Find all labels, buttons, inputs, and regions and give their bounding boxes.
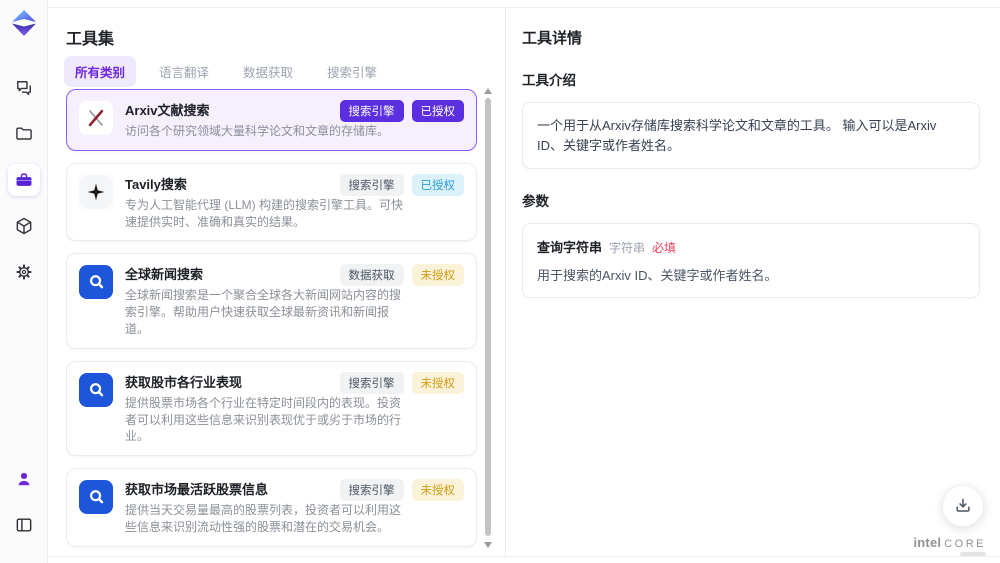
sidebar-item-toolset[interactable]: [7, 164, 40, 196]
app-window: 工具集 所有类别 语言翻译 数据获取 搜索引擎 Arxiv文献搜索 访问各个研究…: [0, 0, 1000, 563]
tool-tags: 搜索引擎 未授权: [339, 479, 464, 502]
tool-card-active-stocks[interactable]: 获取市场最活跃股票信息 提供当天交易量最高的股票列表，投资者可以利用这些信息来识…: [66, 468, 477, 547]
sidebar-item-user[interactable]: [8, 463, 40, 495]
tool-description: 提供当天交易量最高的股票列表，投资者可以利用这些信息来识别流动性强的股票和潜在的…: [125, 503, 402, 534]
auth-status-badge: 未授权: [411, 371, 464, 394]
category-badge: 数据获取: [339, 264, 404, 287]
tool-list: Arxiv文献搜索 访问各个研究领域大量科学论文和文章的存储库。 搜索引擎 已授…: [66, 89, 477, 555]
main-content: 工具集 所有类别 语言翻译 数据获取 搜索引擎 Arxiv文献搜索 访问各个研究…: [48, 7, 1000, 557]
diamond-logo-icon: [11, 10, 36, 36]
parameter-description: 用于搜索的Arxiv ID、关键字或作者姓名。: [537, 268, 778, 283]
intro-text: 一个用于从Arxiv存储库搜索科学论文和文章的工具。 输入可以是Arxiv ID…: [537, 118, 937, 153]
folder-icon: [15, 127, 32, 140]
sidebar-item-settings[interactable]: [8, 256, 40, 288]
tool-icon-box: [79, 101, 113, 135]
category-badge: 搜索引擎: [339, 371, 404, 394]
parameter-required-badge: 必填: [652, 241, 677, 255]
parameter-name: 查询字符串: [537, 240, 603, 255]
tool-detail-panel: 工具详情 工具介绍 一个用于从Arxiv存储库搜索科学论文和文章的工具。 输入可…: [505, 8, 1000, 556]
magnifier-blue-icon: [90, 382, 104, 397]
tool-list-panel: 工具集 所有类别 语言翻译 数据获取 搜索引擎 Arxiv文献搜索 访问各个研究…: [48, 8, 505, 556]
chat-icon: [16, 81, 31, 96]
user-avatar-icon: [18, 472, 29, 486]
intel-sub-mark: [960, 552, 986, 556]
magnifier-blue-icon: [90, 275, 104, 289]
scroll-up-arrow[interactable]: [484, 88, 492, 94]
tool-card-stock-industry[interactable]: 获取股市各行业表现 提供股票市场各个行业在特定时间段内的表现。投资者可以利用这些…: [66, 360, 477, 457]
sidebar-item-panel-toggle[interactable]: [8, 509, 40, 541]
tab-language-translation[interactable]: 语言翻译: [148, 56, 220, 87]
tool-card-global-news[interactable]: 全球新闻搜索 全球新闻搜索是一个聚合全球各大新闻网站内容的搜索引擎。帮助用户快速…: [66, 253, 477, 349]
sidebar: [0, 0, 48, 563]
sidebar-item-packages[interactable]: [8, 210, 40, 242]
parameter-type: 字符串: [609, 241, 646, 255]
cube-icon: [16, 217, 31, 235]
tool-tags: 搜索引擎 已授权: [339, 100, 464, 122]
download-icon: [956, 498, 970, 512]
arxiv-x-icon: [88, 109, 104, 127]
tool-icon-box: [79, 265, 113, 300]
auth-status-badge: 未授权: [411, 479, 464, 502]
tool-tags: 搜索引擎 已授权: [339, 173, 464, 196]
parameter-box: 查询字符串 字符串 必填 用于搜索的Arxiv ID、关键字或作者姓名。: [522, 223, 980, 298]
auth-status-badge: 已授权: [411, 100, 464, 122]
tool-description: 访问各个研究领域大量科学论文和文章的存储库。: [125, 124, 390, 138]
category-tabs: 所有类别 语言翻译 数据获取 搜索引擎: [64, 56, 388, 87]
toolbox-icon: [16, 173, 31, 186]
tab-data-fetch[interactable]: 数据获取: [232, 56, 304, 87]
sparkle-icon: [87, 183, 105, 201]
intro-heading: 工具介绍: [522, 73, 576, 88]
magnifier-blue-icon: [90, 490, 104, 504]
sidebar-item-chat[interactable]: [8, 72, 40, 104]
page-title: 工具集: [66, 31, 115, 48]
list-scrollbar: [484, 88, 492, 548]
tab-search-engine[interactable]: 搜索引擎: [316, 56, 388, 87]
scroll-down-arrow[interactable]: [484, 542, 492, 548]
app-logo[interactable]: [9, 8, 39, 38]
category-badge: 搜索引擎: [339, 173, 404, 196]
tool-card-tavily[interactable]: Tavily搜索 专为人工智能代理 (LLM) 构建的搜索引擎工具。可快速提供实…: [66, 162, 477, 242]
panel-toggle-icon: [16, 518, 31, 532]
intro-box: 一个用于从Arxiv存储库搜索科学论文和文章的工具。 输入可以是Arxiv ID…: [522, 102, 980, 169]
scrollbar-thumb[interactable]: [485, 98, 491, 536]
tool-description: 提供股票市场各个行业在特定时间段内的表现。投资者可以利用这些信息来识别表现优于或…: [125, 395, 402, 444]
intel-core-text: intel core: [913, 535, 986, 550]
tool-icon-box: [79, 372, 113, 407]
tool-description: 全球新闻搜索是一个聚合全球各大新闻网站内容的搜索引擎。帮助用户快速获取全球最新资…: [125, 288, 402, 336]
category-badge: 搜索引擎: [339, 100, 404, 122]
tool-icon-box: [79, 174, 113, 209]
parameter-header: 查询字符串 字符串 必填: [537, 237, 965, 256]
tool-tags: 数据获取 未授权: [339, 264, 464, 287]
tool-icon-box: [79, 480, 113, 515]
params-heading: 参数: [522, 194, 549, 209]
auth-status-badge: 已授权: [411, 173, 464, 196]
core-wordmark: core: [944, 538, 986, 550]
category-badge: 搜索引擎: [339, 479, 404, 502]
detail-title: 工具详情: [522, 30, 583, 47]
gear-icon: [15, 264, 32, 280]
tab-all-categories[interactable]: 所有类别: [64, 56, 137, 87]
sidebar-item-files[interactable]: [8, 118, 40, 150]
download-button[interactable]: [942, 485, 984, 527]
intel-core-logo: intel core: [913, 535, 986, 556]
intel-wordmark: intel: [913, 535, 942, 550]
tool-description: 专为人工智能代理 (LLM) 构建的搜索引擎工具。可快速提供实时、准确和真实的结…: [125, 197, 404, 229]
auth-status-badge: 未授权: [411, 264, 464, 287]
tool-card-arxiv[interactable]: Arxiv文献搜索 访问各个研究领域大量科学论文和文章的存储库。 搜索引擎 已授…: [66, 89, 477, 151]
tool-tags: 搜索引擎 未授权: [339, 371, 464, 394]
